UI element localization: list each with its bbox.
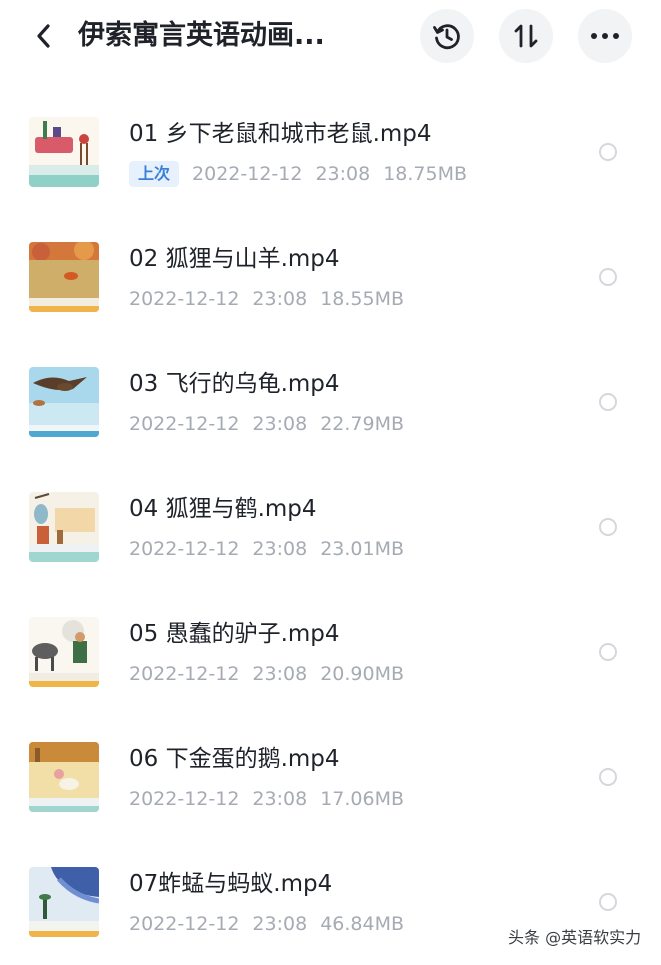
file-size: 22.79MB <box>320 413 405 435</box>
sort-button[interactable] <box>499 9 553 63</box>
list-item[interactable]: 03 飞行的乌龟.mp4 2022-12-12 23:08 22.79MB <box>0 340 661 465</box>
history-button[interactable] <box>420 9 474 63</box>
select-radio[interactable] <box>599 518 617 536</box>
file-time: 23:08 <box>252 663 308 685</box>
video-thumbnail <box>29 617 99 687</box>
file-date: 2022-12-12 <box>129 913 240 935</box>
back-button[interactable] <box>26 18 62 54</box>
more-button[interactable] <box>578 9 632 63</box>
file-time: 23:08 <box>315 163 371 185</box>
list-item[interactable]: 02 狐狸与山羊.mp4 2022-12-12 23:08 18.55MB <box>0 215 661 340</box>
list-item[interactable]: 01 乡下老鼠和城市老鼠.mp4 上次 2022-12-12 23:08 18.… <box>0 90 661 215</box>
file-size: 20.90MB <box>320 663 405 685</box>
file-size: 23.01MB <box>320 538 405 560</box>
file-name: 05 愚蠢的驴子.mp4 <box>129 621 340 647</box>
file-date: 2022-12-12 <box>192 163 303 185</box>
watermark: 头条 @英语软实力 <box>508 928 642 947</box>
file-name: 04 狐狸与鹤.mp4 <box>129 496 317 522</box>
file-size: 46.84MB <box>320 913 405 935</box>
file-date: 2022-12-12 <box>129 413 240 435</box>
file-date: 2022-12-12 <box>129 288 240 310</box>
list-item[interactable]: 05 愚蠢的驴子.mp4 2022-12-12 23:08 20.90MB <box>0 590 661 715</box>
video-thumbnail <box>29 117 99 187</box>
file-size: 18.55MB <box>320 288 405 310</box>
file-meta: 2022-12-12 23:08 20.90MB <box>129 660 417 688</box>
file-name: 07蚱蜢与蚂蚁.mp4 <box>129 871 333 897</box>
file-meta: 2022-12-12 23:08 17.06MB <box>129 785 417 813</box>
last-played-badge: 上次 <box>129 161 180 187</box>
file-time: 23:08 <box>252 413 308 435</box>
video-thumbnail <box>29 367 99 437</box>
file-meta: 上次 2022-12-12 23:08 18.75MB <box>129 160 480 188</box>
file-name: 01 乡下老鼠和城市老鼠.mp4 <box>129 121 432 147</box>
file-date: 2022-12-12 <box>129 538 240 560</box>
file-size: 18.75MB <box>383 163 468 185</box>
file-meta: 2022-12-12 23:08 18.55MB <box>129 285 417 313</box>
video-thumbnail <box>29 742 99 812</box>
file-meta: 2022-12-12 23:08 22.79MB <box>129 410 417 438</box>
sort-icon <box>514 24 538 48</box>
select-radio[interactable] <box>599 893 617 911</box>
select-radio[interactable] <box>599 643 617 661</box>
file-date: 2022-12-12 <box>129 663 240 685</box>
video-thumbnail <box>29 492 99 562</box>
file-time: 23:08 <box>252 538 308 560</box>
select-radio[interactable] <box>599 143 617 161</box>
file-name: 02 狐狸与山羊.mp4 <box>129 246 340 272</box>
file-meta: 2022-12-12 23:08 46.84MB <box>129 910 417 938</box>
history-icon <box>433 24 460 50</box>
video-thumbnail <box>29 242 99 312</box>
file-time: 23:08 <box>252 913 308 935</box>
select-radio[interactable] <box>599 393 617 411</box>
file-name: 06 下金蛋的鹅.mp4 <box>129 746 340 772</box>
chevron-left-icon <box>37 24 50 48</box>
more-icon <box>591 33 619 39</box>
select-radio[interactable] <box>599 768 617 786</box>
video-thumbnail <box>29 867 99 937</box>
list-item[interactable]: 04 狐狸与鹤.mp4 2022-12-12 23:08 23.01MB <box>0 465 661 590</box>
file-time: 23:08 <box>252 788 308 810</box>
top-bar: 伊索寓言英语动画... <box>0 0 661 72</box>
list-item[interactable]: 06 下金蛋的鹅.mp4 2022-12-12 23:08 17.06MB <box>0 715 661 840</box>
select-radio[interactable] <box>599 268 617 286</box>
file-size: 17.06MB <box>320 788 405 810</box>
page-title: 伊索寓言英语动画... <box>78 20 325 51</box>
file-meta: 2022-12-12 23:08 23.01MB <box>129 535 417 563</box>
file-date: 2022-12-12 <box>129 788 240 810</box>
file-time: 23:08 <box>252 288 308 310</box>
file-name: 03 飞行的乌龟.mp4 <box>129 371 340 397</box>
